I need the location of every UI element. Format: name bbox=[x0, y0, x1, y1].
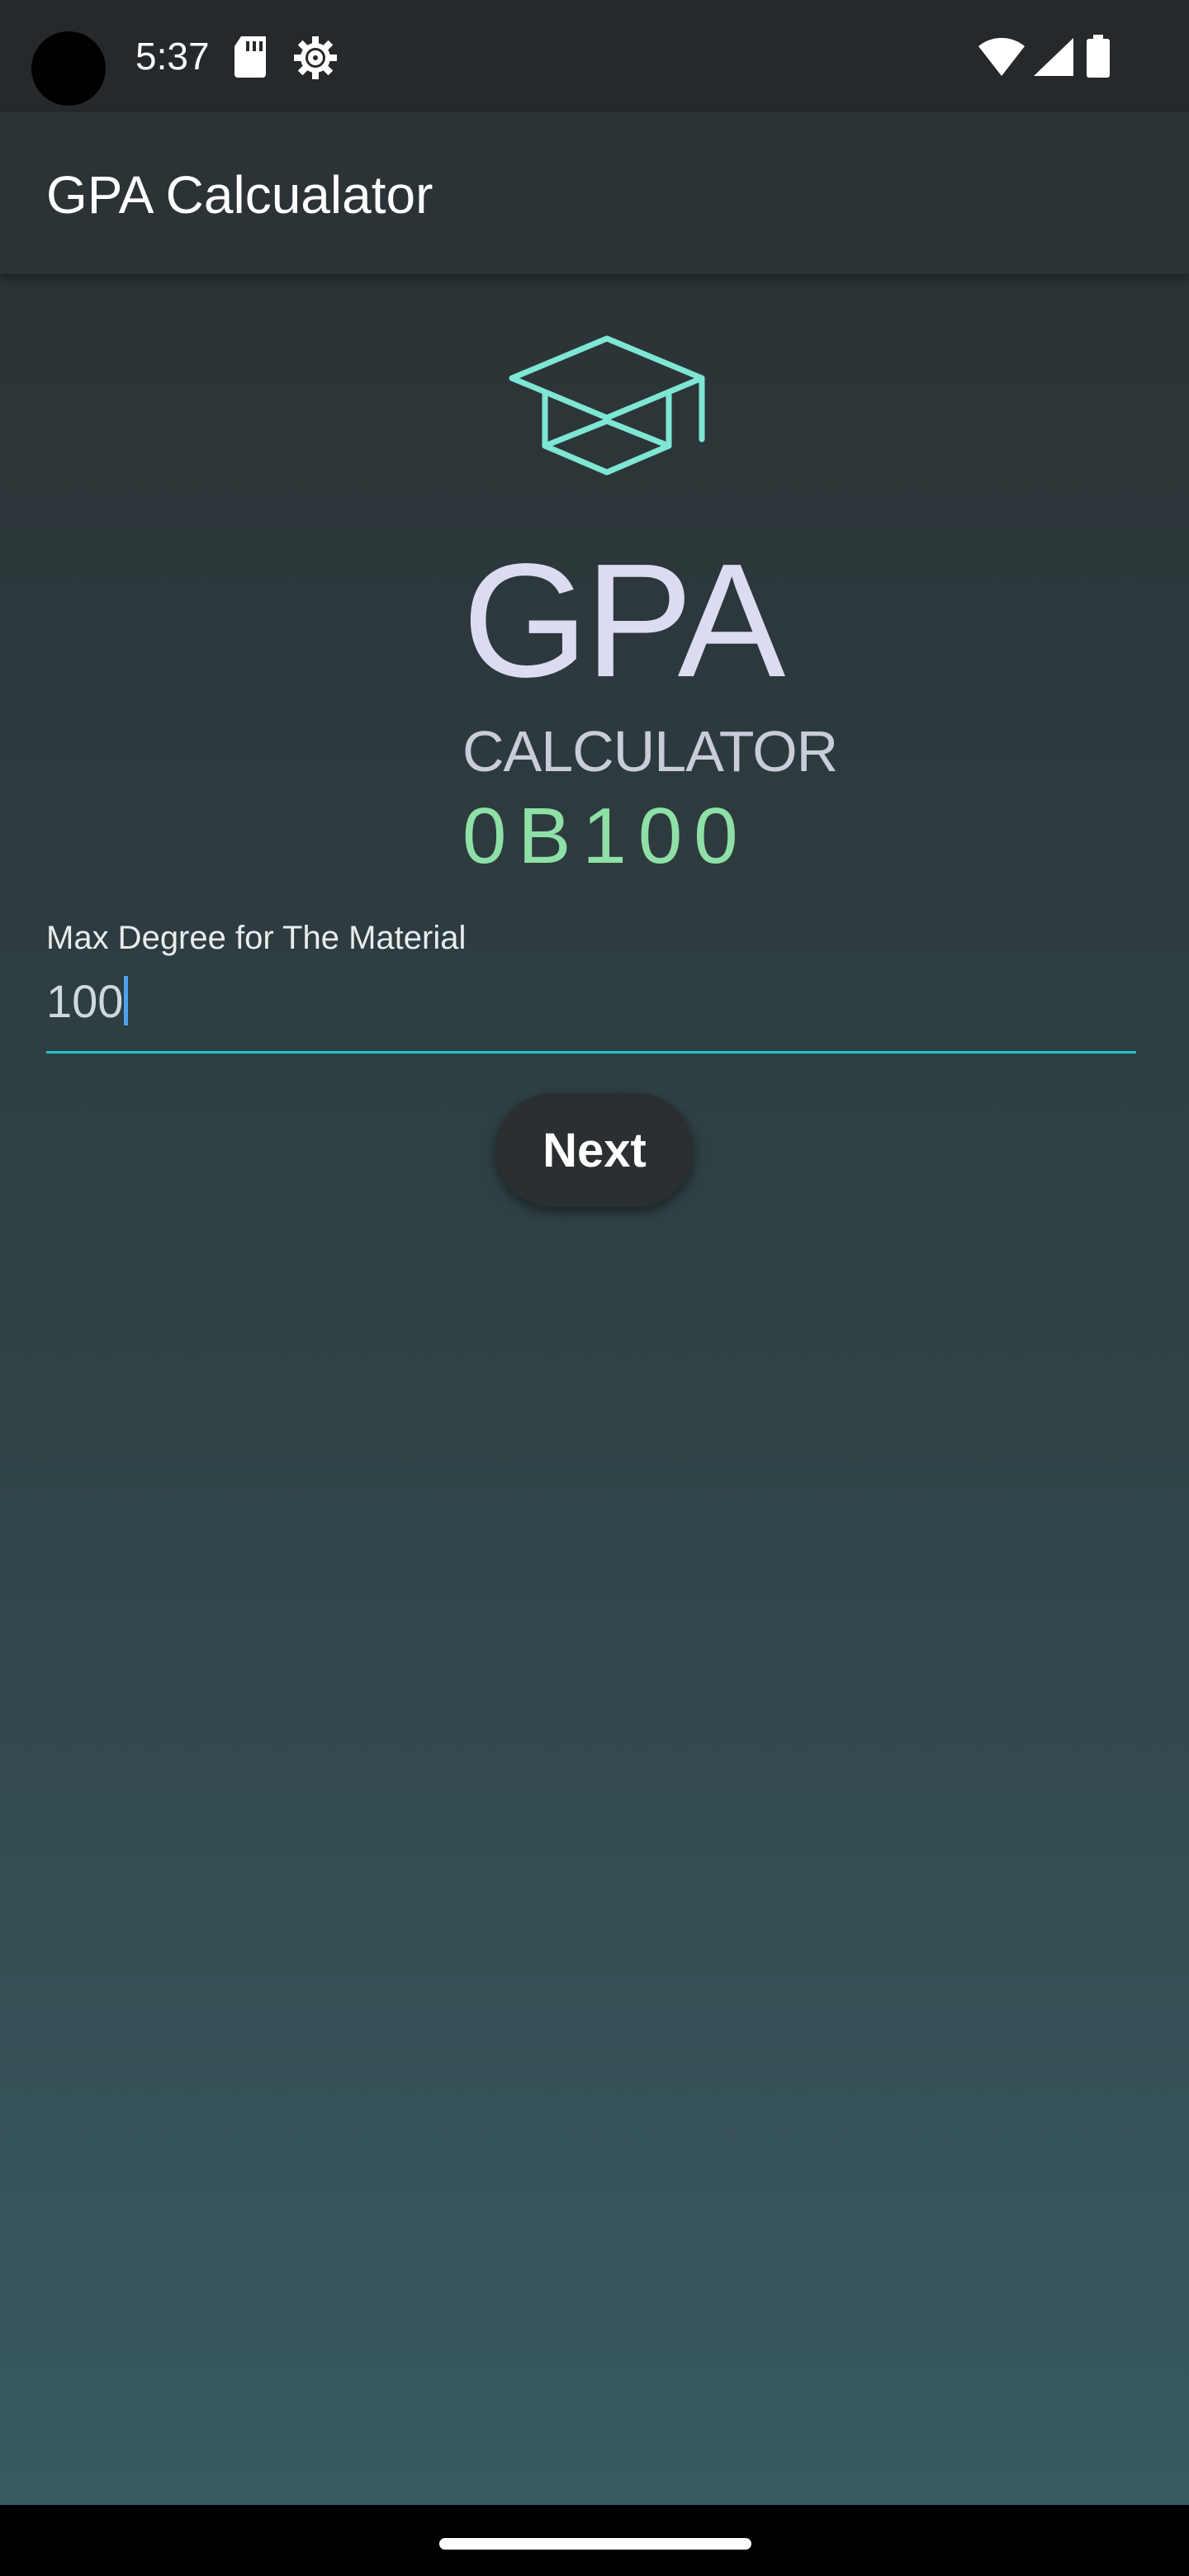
settings-icon bbox=[292, 35, 339, 81]
battery-icon bbox=[1087, 35, 1110, 78]
app-logo: GPA CALCULATOR 0B100 bbox=[462, 332, 838, 880]
sd-card-icon bbox=[233, 35, 269, 78]
status-time: 5:37 bbox=[135, 35, 210, 78]
max-degree-input[interactable] bbox=[46, 964, 1136, 1054]
signal-icon bbox=[1032, 36, 1075, 78]
status-bar: 5:37 bbox=[0, 0, 1189, 112]
next-button[interactable]: Next bbox=[495, 1093, 694, 1207]
home-indicator[interactable] bbox=[439, 2538, 751, 2550]
logo-code: 0B100 bbox=[462, 792, 750, 880]
app-title: GPA Calcualator bbox=[46, 165, 433, 225]
logo-subtitle: CALCULATOR bbox=[462, 719, 838, 784]
wifi-icon bbox=[978, 37, 1026, 78]
main-content: GPA CALCULATOR 0B100 Max Degree for The … bbox=[0, 274, 1189, 2505]
navigation-bar bbox=[0, 2505, 1189, 2576]
graduation-cap-icon bbox=[509, 335, 705, 476]
app-bar: GPA Calcualator bbox=[0, 112, 1189, 274]
camera-cutout bbox=[31, 31, 106, 106]
max-degree-label: Max Degree for The Material bbox=[46, 920, 467, 956]
logo-title: GPA bbox=[462, 530, 785, 711]
